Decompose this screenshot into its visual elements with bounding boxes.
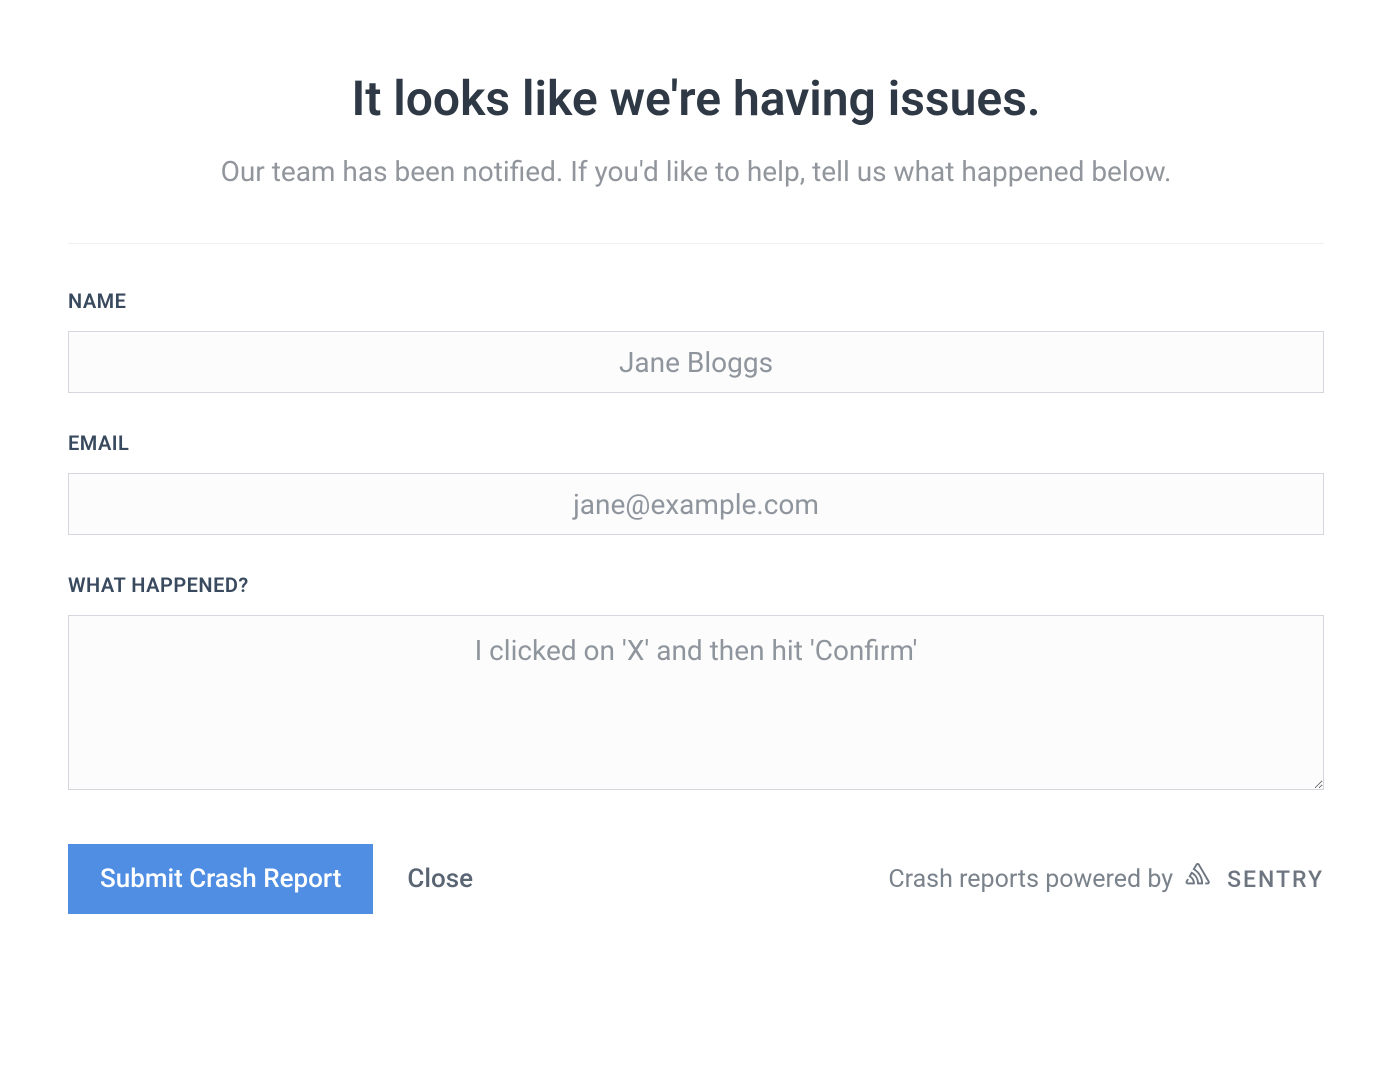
sentry-brand-text: SENTRY — [1227, 866, 1324, 893]
description-label: WHAT HAPPENED? — [68, 573, 1324, 597]
dialog-header: It looks like we're having issues. Our t… — [68, 70, 1324, 244]
sentry-icon — [1185, 863, 1221, 895]
dialog-subtitle: Our team has been notified. If you'd lik… — [68, 155, 1324, 188]
dialog-footer: Submit Crash Report Close Crash reports … — [68, 844, 1324, 914]
dialog-title: It looks like we're having issues. — [68, 70, 1324, 127]
powered-by-attribution: Crash reports powered by SENTRY — [888, 863, 1324, 895]
email-label: EMAIL — [68, 431, 1324, 455]
crash-report-dialog: It looks like we're having issues. Our t… — [68, 70, 1324, 914]
description-field-group: WHAT HAPPENED? — [68, 573, 1324, 794]
email-field-group: EMAIL — [68, 431, 1324, 535]
name-input[interactable] — [68, 331, 1324, 393]
name-field-group: NAME — [68, 289, 1324, 393]
powered-by-text: Crash reports powered by — [888, 865, 1173, 894]
close-button[interactable]: Close — [379, 844, 501, 914]
submit-button[interactable]: Submit Crash Report — [68, 844, 373, 914]
name-label: NAME — [68, 289, 1324, 313]
sentry-logo[interactable]: SENTRY — [1185, 863, 1324, 895]
description-textarea[interactable] — [68, 615, 1324, 790]
email-input[interactable] — [68, 473, 1324, 535]
